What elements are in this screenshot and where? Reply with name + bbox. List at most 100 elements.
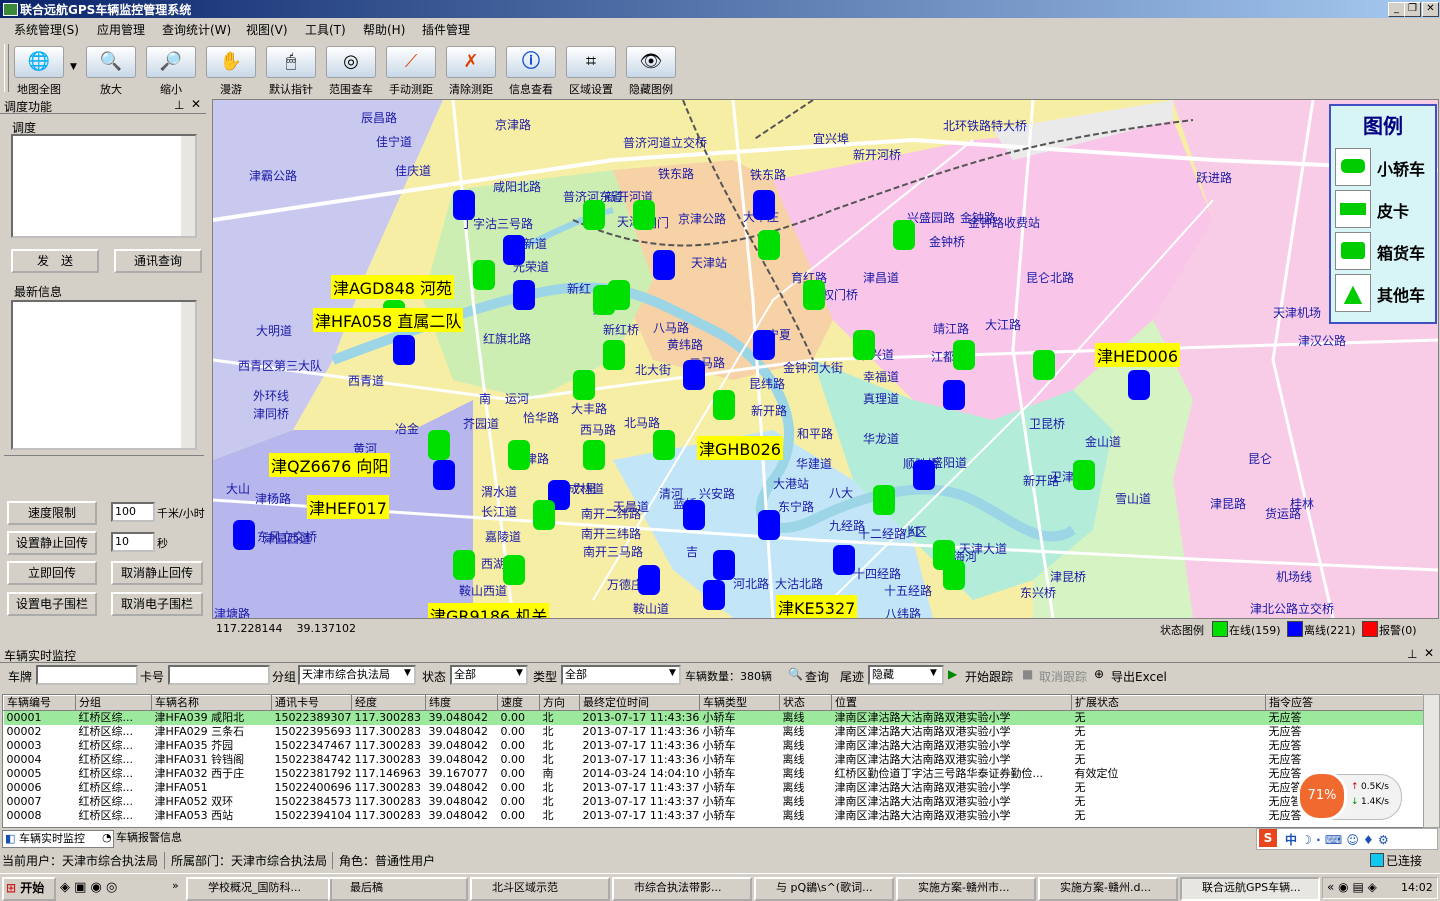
vehicle-marker-icon[interactable] xyxy=(833,545,855,575)
map-full-button[interactable]: 🌐 地图全图 xyxy=(10,44,68,96)
menu-view[interactable]: 视图(V) xyxy=(246,21,288,38)
task-item-5[interactable]: 与 pQ鶲\s^(歌词... xyxy=(754,877,894,901)
vehicle-marker-icon[interactable] xyxy=(1073,460,1095,490)
default-pointer-button[interactable]: 🖱 默认指针 xyxy=(262,44,320,96)
column-header[interactable]: 车辆类型 xyxy=(699,695,780,711)
column-header[interactable]: 车辆名称 xyxy=(151,695,272,711)
vehicle-plate-label[interactable]: 津GHB026 xyxy=(697,436,783,460)
group-select[interactable]: 天津市综合执法局 xyxy=(298,665,416,685)
task-item-4[interactable]: 市综合执法带影... xyxy=(612,877,752,901)
dropdown-arrow-icon[interactable]: ▼ xyxy=(70,62,77,72)
menu-plugins[interactable]: 插件管理 xyxy=(422,21,470,38)
vehicle-marker-icon[interactable] xyxy=(943,380,965,410)
clear-measure-button[interactable]: ✗ 清除测距 xyxy=(442,44,500,96)
task-item-7[interactable]: 实施方案-赣州.d... xyxy=(1038,877,1178,901)
export-excel-button[interactable]: 导出Excel xyxy=(1111,668,1167,685)
vehicle-marker-icon[interactable] xyxy=(573,370,595,400)
vehicle-marker-icon[interactable] xyxy=(713,390,735,420)
ime-toolbar[interactable]: S 中 ☽ · ⌨ ☺ ♦ ⚙ xyxy=(1256,828,1438,850)
vehicle-marker-icon[interactable] xyxy=(608,280,630,310)
menu-help[interactable]: 帮助(H) xyxy=(363,21,405,38)
vehicle-plate-label[interactable]: 津QZ6676 向阳 xyxy=(269,453,391,477)
table-row[interactable]: 00003 红桥区综... 津HFA035 芥园 15022347467 117.300… xyxy=(4,739,1424,753)
card-input[interactable] xyxy=(168,665,270,685)
vehicle-marker-icon[interactable] xyxy=(513,280,535,310)
table-row[interactable]: 00005 红桥区综... 津HFA032 西于庄 15022381792 117.14… xyxy=(4,767,1424,781)
menu-tools[interactable]: 工具(T) xyxy=(305,21,346,38)
vehicle-marker-icon[interactable] xyxy=(653,430,675,460)
task-item-1[interactable]: 学校概况_国防科... xyxy=(186,877,332,901)
column-header[interactable]: 指令应答 xyxy=(1265,695,1423,711)
table-row[interactable]: 00008 红桥区综... 津HFA053 西站 15022394104 117.300… xyxy=(4,809,1424,823)
comm-query-button[interactable]: 通讯查询 xyxy=(114,249,202,273)
column-header[interactable]: 速度 xyxy=(497,695,540,711)
vehicle-marker-icon[interactable] xyxy=(803,280,825,310)
dispatch-message-input[interactable] xyxy=(11,134,197,238)
hide-legend-button[interactable]: 👁 隐藏图例 xyxy=(622,44,680,96)
tab-alarm[interactable]: ◔ 车辆报警信息 xyxy=(100,830,210,846)
chevron-down-icon[interactable]: ▼ xyxy=(516,668,523,678)
column-header[interactable]: 方向 xyxy=(539,695,580,711)
vehicle-marker-icon[interactable] xyxy=(583,440,605,470)
cancel-static-return-button[interactable]: 取消静止回传 xyxy=(111,561,203,585)
vehicle-marker-icon[interactable] xyxy=(503,235,525,265)
table-row[interactable]: 00002 红桥区综... 津HFA029 三条石 15022395693 117.30… xyxy=(4,725,1424,739)
static-return-button[interactable]: 设置静止回传 xyxy=(7,531,97,555)
type-select[interactable]: 全部 xyxy=(561,665,681,685)
quicklaunch-more-icon[interactable]: » xyxy=(172,879,179,892)
vehicle-marker-icon[interactable] xyxy=(638,565,660,595)
vehicle-marker-icon[interactable] xyxy=(233,520,255,550)
close-icon[interactable]: ✕ xyxy=(1424,646,1434,660)
static-interval-input[interactable]: 10 xyxy=(111,532,155,552)
speed-limit-input[interactable]: 100 xyxy=(111,502,155,522)
start-button[interactable]: ⊞ 开始 xyxy=(2,877,56,901)
vehicle-plate-label[interactable]: 津GR9186 机关 xyxy=(428,603,550,618)
latest-info-scrollbar[interactable] xyxy=(181,302,195,448)
plate-input[interactable] xyxy=(36,665,138,685)
vehicle-marker-icon[interactable] xyxy=(893,220,915,250)
task-item-2[interactable]: 最后稿 xyxy=(328,877,468,901)
map-view[interactable]: 辰昌路 佳宁道 京津路 普济河道立交桥 宜兴埠 北环铁路特大桥 新开河桥 佳庆道 津霸公路 咸阳北… xyxy=(212,99,1439,619)
menu-app[interactable]: 应用管理 xyxy=(97,21,145,38)
quicklaunch-icons[interactable]: ◈ ▣ ◉ ◎ xyxy=(60,880,117,895)
info-button[interactable]: ⓘ 信息查看 xyxy=(502,44,560,96)
vehicle-marker-icon[interactable] xyxy=(758,510,780,540)
chevron-down-icon[interactable]: ▼ xyxy=(930,668,937,678)
cancel-fence-button[interactable]: 取消电子围栏 xyxy=(111,592,203,616)
column-header[interactable]: 状态 xyxy=(779,695,832,711)
vehicle-marker-icon[interactable] xyxy=(583,200,605,230)
vehicle-marker-icon[interactable] xyxy=(943,560,965,590)
start-track-button[interactable]: 开始跟踪 xyxy=(965,668,1013,685)
chevron-down-icon[interactable]: ▼ xyxy=(669,668,676,678)
column-header[interactable]: 分组 xyxy=(75,695,152,711)
table-row[interactable]: 00001 红桥区综... 津HFA039 咸阳北 15022389307 117.30… xyxy=(3,710,1423,725)
vehicle-marker-icon[interactable] xyxy=(953,340,975,370)
task-item-active[interactable]: 联合远航GPS车辆... xyxy=(1180,877,1320,901)
task-item-3[interactable]: 北斗区域示范 xyxy=(470,877,610,901)
net-speed-widget[interactable]: 71% ↑ 0.5K/s ↓ 1.4K/s xyxy=(1297,771,1402,821)
vehicle-marker-icon[interactable] xyxy=(853,330,875,360)
vehicle-marker-icon[interactable] xyxy=(653,250,675,280)
vehicle-marker-icon[interactable] xyxy=(713,550,735,580)
area-setting-button[interactable]: ⌗ 区域设置 xyxy=(562,44,620,96)
maximize-button[interactable]: ❐ xyxy=(1404,2,1421,17)
measure-button[interactable]: ⟋ 手动测距 xyxy=(382,44,440,96)
vehicle-marker-icon[interactable] xyxy=(913,460,935,490)
minimize-button[interactable]: _ xyxy=(1388,2,1405,17)
vehicle-marker-icon[interactable] xyxy=(873,485,895,515)
vehicle-marker-icon[interactable] xyxy=(753,190,775,220)
cancel-track-button[interactable]: 取消跟踪 xyxy=(1039,668,1087,685)
vehicle-marker-icon[interactable] xyxy=(393,335,415,365)
task-item-6[interactable]: 实施方案-赣州市... xyxy=(896,877,1036,901)
query-button[interactable]: 查询 xyxy=(805,668,829,685)
menu-query[interactable]: 查询统计(W) xyxy=(162,21,231,38)
vehicle-plate-label[interactable]: 津AGD848 河苑 xyxy=(331,275,455,299)
column-header[interactable]: 纬度 xyxy=(425,695,498,711)
vehicle-marker-icon[interactable] xyxy=(1128,370,1150,400)
vehicle-plate-label[interactable]: 津HED006 xyxy=(1095,343,1181,367)
close-icon[interactable]: ✕ xyxy=(191,97,201,111)
tab-realtime[interactable]: ◧ 车辆实时监控 xyxy=(2,830,114,848)
column-header[interactable]: 最终定位时间 xyxy=(579,695,700,711)
menu-system[interactable]: 系统管理(S) xyxy=(14,21,79,38)
set-fence-button[interactable]: 设置电子围栏 xyxy=(7,592,97,616)
